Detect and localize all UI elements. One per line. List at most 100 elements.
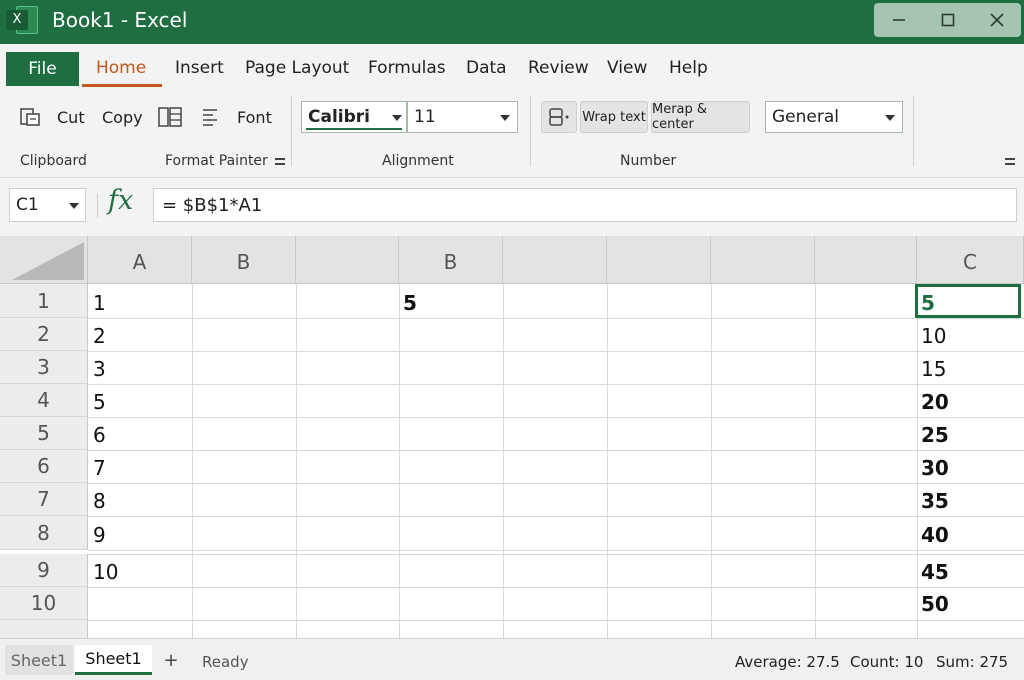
spreadsheet-grid: A B B C 1 2 3 4 5 6 7 8 9 10 1 2 3 5 6 7… <box>0 236 1024 638</box>
column-header-blank[interactable] <box>296 236 399 284</box>
column-header-a[interactable]: A <box>88 236 192 284</box>
row-header[interactable]: 10 <box>0 587 88 620</box>
row-header[interactable]: 8 <box>0 516 88 550</box>
close-icon <box>989 13 1004 27</box>
row-header[interactable]: 3 <box>0 351 88 384</box>
tab-review[interactable]: Review <box>528 58 589 78</box>
tab-help[interactable]: Help <box>669 58 708 78</box>
maximize-icon <box>941 13 954 27</box>
tab-insert[interactable]: Insert <box>175 58 224 78</box>
font-name-dropdown[interactable]: Calibri <box>301 101 407 133</box>
cell-c2[interactable]: 10 <box>921 324 946 348</box>
row-header[interactable]: 9 <box>0 554 88 587</box>
active-tab-underline <box>82 84 162 87</box>
menu-bar: File Home Insert Page Layout Formulas Da… <box>0 44 1024 90</box>
tab-home[interactable]: Home <box>96 58 146 78</box>
status-count: Count: 10 <box>850 653 924 671</box>
name-box-value: C1 <box>16 195 39 215</box>
cell-c5[interactable]: 25 <box>921 423 949 447</box>
close-button[interactable] <box>972 3 1021 37</box>
align-text-icon[interactable] <box>200 105 222 129</box>
tab-data[interactable]: Data <box>466 58 507 78</box>
cell-a3[interactable]: 3 <box>93 357 106 381</box>
column-header-b2[interactable]: B <box>399 236 503 284</box>
ribbon: Cut Copy Font Clipboard Format Painter C… <box>0 90 1024 178</box>
cell-b1[interactable]: 5 <box>403 291 417 315</box>
minimize-button[interactable] <box>874 3 923 37</box>
logo-letter: X <box>6 10 28 30</box>
status-average: Average: 27.5 <box>735 653 840 671</box>
cell-a4[interactable]: 5 <box>93 390 106 414</box>
cell-c4[interactable]: 20 <box>921 390 949 414</box>
cell-a9[interactable]: 10 <box>93 560 118 584</box>
format-painter-label: Format Painter <box>165 153 268 169</box>
chevron-down-icon <box>392 115 402 121</box>
column-header-blank[interactable] <box>503 236 607 284</box>
font-size-value: 11 <box>414 107 436 127</box>
status-sum: Sum: 275 <box>936 653 1009 671</box>
row-header[interactable]: 1 <box>0 284 88 318</box>
alignment-group-label: Alignment <box>382 153 454 169</box>
cell-c3[interactable]: 15 <box>921 357 946 381</box>
window-controls <box>874 3 1021 37</box>
maximize-button[interactable] <box>923 3 972 37</box>
row-header[interactable]: 7 <box>0 483 88 516</box>
number-format-dropdown[interactable]: General <box>765 101 903 133</box>
cut-button[interactable]: Cut <box>57 108 85 127</box>
tab-page-layout[interactable]: Page Layout <box>245 58 349 78</box>
row-header[interactable] <box>0 620 88 638</box>
row-header[interactable]: 6 <box>0 450 88 483</box>
merge-center-button[interactable]: Merap & center <box>651 101 750 133</box>
column-header-blank[interactable] <box>607 236 711 284</box>
cell-a7[interactable]: 8 <box>93 489 106 513</box>
row-header[interactable]: 2 <box>0 318 88 351</box>
column-header-c[interactable]: C <box>917 236 1024 284</box>
font-group-button[interactable]: Font <box>237 108 272 127</box>
styles-button[interactable] <box>541 101 577 133</box>
row-header[interactable]: 4 <box>0 384 88 417</box>
chevron-down-icon <box>69 203 79 209</box>
cell-a6[interactable]: 7 <box>93 456 106 480</box>
wrap-text-button[interactable]: Wrap text <box>580 101 648 133</box>
cell-c9[interactable]: 45 <box>921 560 949 584</box>
tab-view[interactable]: View <box>607 58 647 78</box>
paste-icon[interactable] <box>18 105 42 129</box>
tab-formulas[interactable]: Formulas <box>368 58 446 78</box>
number-format-value: General <box>772 107 839 127</box>
select-all-corner[interactable] <box>0 236 88 284</box>
sheet-tab[interactable]: Sheet1 <box>5 645 73 675</box>
cell-c10[interactable]: 50 <box>921 592 949 616</box>
insert-function-icon[interactable]: fx <box>108 185 133 216</box>
excel-logo-icon: X <box>6 5 40 35</box>
window-title: Book1 - Excel <box>52 8 188 32</box>
status-mode: Ready <box>202 653 249 671</box>
formula-text: = $B$1*A1 <box>162 195 263 216</box>
format-painter-icon[interactable] <box>157 105 183 129</box>
file-tab[interactable]: File <box>6 52 79 86</box>
column-header-b[interactable]: B <box>192 236 296 284</box>
add-sheet-button[interactable]: + <box>158 647 184 673</box>
formula-input[interactable]: = $B$1*A1 <box>153 188 1017 222</box>
ribbon-options-icon[interactable] <box>1005 158 1015 168</box>
cell-c6[interactable]: 30 <box>921 456 949 480</box>
chevron-down-icon <box>885 115 895 121</box>
clipboard-expand-icon[interactable] <box>275 158 285 168</box>
sheet-tab-active[interactable]: Sheet1 <box>75 645 152 675</box>
column-header-blank[interactable] <box>815 236 917 284</box>
formula-bar: C1 fx = $B$1*A1 <box>0 178 1024 236</box>
row-header[interactable]: 5 <box>0 417 88 450</box>
name-box[interactable]: C1 <box>9 188 86 222</box>
title-bar: X Book1 - Excel <box>0 0 1024 44</box>
cell-a1[interactable]: 1 <box>93 291 106 315</box>
number-group-label: Number <box>620 153 677 169</box>
ribbon-separator <box>291 96 292 166</box>
status-bar: Sheet1 Sheet1 + Ready Average: 27.5 Coun… <box>0 638 1024 680</box>
cell-c8[interactable]: 40 <box>921 523 949 547</box>
cell-a2[interactable]: 2 <box>93 324 106 348</box>
cell-c7[interactable]: 35 <box>921 489 949 513</box>
cell-a5[interactable]: 6 <box>93 423 106 447</box>
font-size-dropdown[interactable]: 11 <box>407 101 518 133</box>
copy-button[interactable]: Copy <box>102 108 143 127</box>
column-header-blank[interactable] <box>711 236 815 284</box>
cell-a8[interactable]: 9 <box>93 523 106 547</box>
